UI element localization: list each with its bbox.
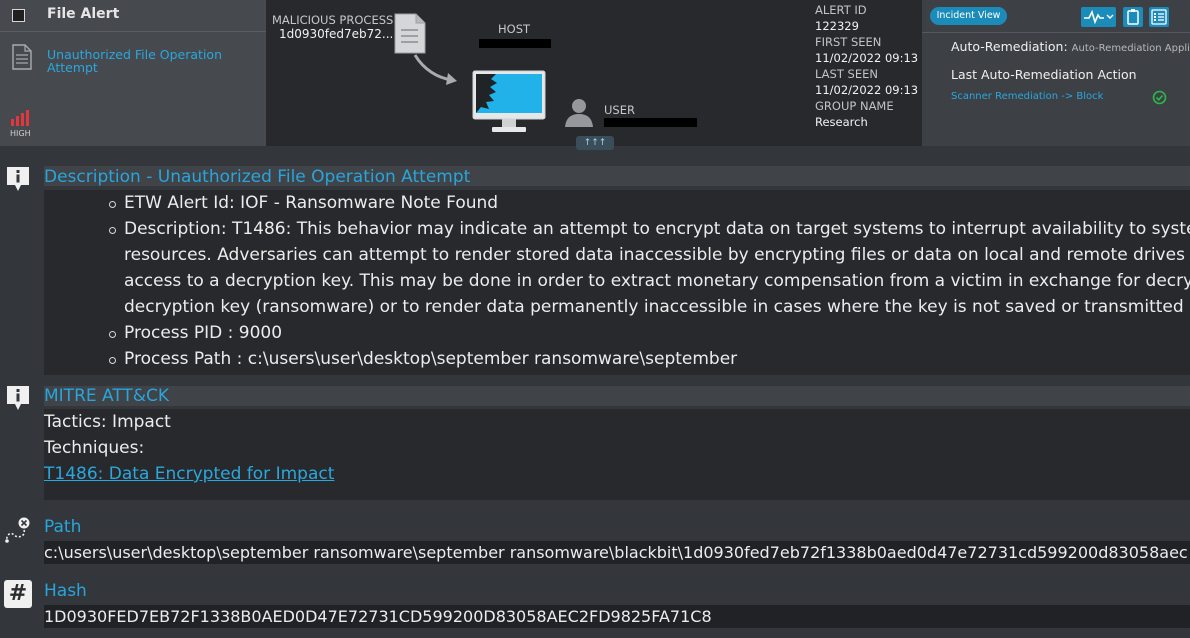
alert-summary-column: File Alert Unauthorized File Operation A…	[0, 0, 266, 146]
description-item-continuation: access to a decryption key. This may be …	[124, 271, 1190, 291]
description-item: Description: T1486: This behavior may in…	[44, 216, 1190, 242]
success-check-icon	[1152, 90, 1167, 105]
remediation-panel: Incident View Auto-Remediation: Auto-Rem…	[922, 0, 1190, 146]
hash-heading: Hash	[44, 581, 87, 601]
activity-pulse-icon	[1084, 9, 1114, 25]
first-seen-value: 11/02/2022 09:13	[815, 51, 919, 65]
host-name-redacted	[479, 39, 551, 48]
host-label: HOST	[498, 22, 531, 36]
divider	[0, 31, 266, 32]
last-remediation-link[interactable]: Scanner Remediation -> Block	[951, 91, 1103, 102]
description-item: Process PID : 9000	[44, 320, 1190, 346]
mitre-tactics: Tactics: Impact	[44, 412, 171, 432]
group-name-label: GROUP NAME	[815, 99, 894, 113]
file-alert-view: File Alert Unauthorized File Operation A…	[0, 0, 1190, 638]
clipboard-icon	[1127, 9, 1139, 25]
user-name-redacted	[604, 118, 697, 127]
list-icon	[1151, 9, 1167, 25]
infected-host-icon	[472, 70, 546, 132]
file-icon	[12, 44, 32, 70]
mitre-header-band	[44, 386, 1190, 406]
path-route-icon	[5, 517, 30, 543]
description-body: ETW Alert Id: IOF - Ransomware Note Foun…	[44, 190, 1190, 375]
alert-graph: MALICIOUS PROCESS 1d0930fed7eb72... HOST	[266, 0, 812, 150]
description-item-continuation: resources. Adversaries can attempt to re…	[124, 245, 1190, 265]
expand-graph-button[interactable]: ↑↑↑	[576, 136, 614, 150]
severity-bars-icon	[11, 110, 29, 126]
alert-type-link[interactable]: Unauthorized File Operation Attempt	[47, 48, 227, 74]
user-label: USER	[604, 103, 635, 117]
last-seen-value: 11/02/2022 09:13	[815, 83, 919, 97]
auto-remediation-status: Auto-Remediation Applied	[1071, 43, 1190, 54]
description-item-continuation: decryption key (ransomware) or to render…	[124, 297, 1184, 317]
clipboard-button[interactable]	[1123, 7, 1143, 27]
alert-title: File Alert	[47, 6, 120, 22]
process-file-icon	[394, 13, 426, 54]
mitre-technique-link[interactable]: T1486: Data Encrypted for Impact	[44, 464, 334, 484]
last-seen-label: LAST SEEN	[815, 67, 878, 81]
description-item: ETW Alert Id: IOF - Ransomware Note Foun…	[44, 190, 1190, 216]
list-view-button[interactable]	[1149, 7, 1169, 27]
description-heading: Description - Unauthorized File Operatio…	[44, 167, 471, 187]
info-icon	[7, 167, 29, 191]
path-heading: Path	[44, 517, 82, 537]
path-value: c:\users\user\desktop\september ransomwa…	[44, 541, 1190, 564]
activity-graph-button[interactable]	[1081, 7, 1116, 27]
mitre-heading: MITRE ATT&CK	[44, 386, 170, 406]
alert-header: File Alert Unauthorized File Operation A…	[0, 0, 1190, 150]
auto-remediation-row: Auto-Remediation: Auto-Remediation Appli…	[951, 39, 1190, 54]
last-remediation-label: Last Auto-Remediation Action	[951, 67, 1137, 82]
hash-value: 1D0930FED7EB72F1338B0AED0D47E72731CD5992…	[44, 605, 1190, 628]
divider	[922, 32, 1190, 33]
alert-info: ALERT ID 122329 FIRST SEEN 11/02/2022 09…	[815, 3, 923, 131]
user-icon	[565, 99, 593, 127]
description-item: Process Path : c:\users\user\desktop\sep…	[44, 346, 1190, 372]
incident-view-button[interactable]: Incident View	[930, 7, 1007, 25]
severity-label: HIGH	[10, 129, 31, 138]
malicious-process-value[interactable]: 1d0930fed7eb72...	[279, 27, 393, 41]
mitre-techniques-label: Techniques:	[44, 438, 145, 458]
auto-remediation-label: Auto-Remediation:	[951, 39, 1068, 54]
info-icon	[7, 386, 29, 410]
alert-id-label: ALERT ID	[815, 3, 867, 17]
malicious-process-label: MALICIOUS PROCESS	[272, 13, 394, 27]
connector-arrow-icon	[413, 54, 457, 85]
mitre-body: Tactics: Impact Techniques: T1486: Data …	[44, 409, 1190, 500]
alert-id-value: 122329	[815, 19, 859, 33]
description-list: ETW Alert Id: IOF - Ransomware Note Foun…	[44, 190, 1190, 372]
select-alert-checkbox[interactable]	[12, 9, 25, 22]
group-name-value: Research	[815, 115, 868, 129]
first-seen-label: FIRST SEEN	[815, 35, 882, 49]
hash-icon: #	[4, 580, 32, 608]
